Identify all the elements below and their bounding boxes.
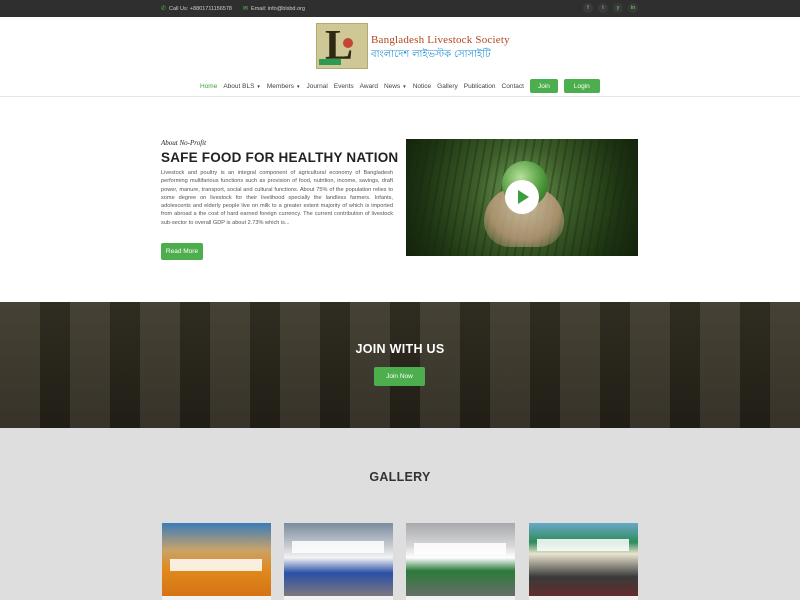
phone-icon: ✆ — [161, 6, 167, 12]
gallery-section — [0, 428, 800, 600]
join-title: JOIN WITH US — [355, 342, 445, 356]
logo-name-bangla[interactable]: বাংলাদেশ লাইভস্টক সোসাইটি — [371, 47, 491, 64]
envelope-icon: ✉ — [243, 6, 249, 12]
gallery-caption — [406, 596, 515, 600]
linkedin-icon[interactable]: in — [628, 3, 638, 13]
phone-contact[interactable]: ✆ Call Us: +8801711156578 — [161, 0, 232, 17]
video-thumbnail[interactable] — [406, 139, 638, 256]
gallery-banner — [292, 541, 384, 553]
site-header: L Bangladesh Livestock Society বাংলাদেশ … — [0, 17, 800, 97]
caret-down-icon: ▼ — [256, 83, 261, 89]
nav-about-bls[interactable]: About BLS ▼ — [223, 83, 261, 90]
gallery-banner — [170, 559, 262, 571]
gallery-banner — [537, 539, 629, 551]
join-button[interactable]: Join — [529, 79, 558, 93]
nav-events[interactable]: Events — [334, 83, 354, 90]
about-text: Livestock and poultry is an integral com… — [161, 170, 393, 226]
facebook-icon[interactable]: f — [583, 3, 593, 13]
nav-notice[interactable]: Notice — [413, 83, 431, 90]
gallery-banner — [414, 543, 506, 555]
logo-emblem[interactable]: L — [316, 23, 368, 69]
nav-news[interactable]: News ▼ — [384, 83, 407, 90]
logo-name-english[interactable]: Bangladesh Livestock Society — [371, 34, 510, 46]
email-contact[interactable]: ✉ Email: info@blsbd.org — [243, 0, 305, 17]
join-banner — [0, 302, 800, 428]
nav-journal[interactable]: Journal — [306, 83, 327, 90]
gallery-caption — [162, 596, 271, 600]
twitter-icon[interactable]: t — [598, 3, 608, 13]
main-nav: Home About BLS ▼ Members ▼ Journal Events … — [200, 79, 600, 93]
nav-gallery[interactable]: Gallery — [437, 83, 458, 90]
youtube-icon[interactable]: y — [613, 3, 623, 13]
gallery-title: GALLERY — [369, 470, 431, 484]
play-button[interactable] — [505, 180, 539, 214]
nav-publication[interactable]: Publication — [464, 83, 496, 90]
about-title: SAFE FOOD FOR HEALTHY NATION — [161, 150, 399, 165]
phone-text: Call Us: +8801711156578 — [169, 5, 232, 12]
logo-sun-icon — [343, 38, 353, 48]
gallery-item[interactable] — [406, 523, 515, 600]
caret-down-icon: ▼ — [402, 83, 407, 89]
join-now-button[interactable]: Join Now — [374, 367, 425, 386]
login-button[interactable]: Login — [563, 79, 600, 93]
read-more-button[interactable]: Read More — [161, 243, 203, 260]
caret-down-icon: ▼ — [295, 83, 301, 89]
nav-members[interactable]: Members ▼ — [267, 83, 301, 90]
nav-news-label: News — [383, 82, 401, 90]
nav-home[interactable]: Home — [200, 83, 217, 90]
gallery-item[interactable] — [529, 523, 638, 600]
nav-about-bls-label: About BLS — [223, 82, 255, 90]
social-links: f t y in — [583, 3, 638, 13]
gallery-caption — [284, 596, 393, 600]
logo-stripe — [319, 59, 341, 65]
email-text: Email: info@blsbd.org — [251, 5, 305, 12]
nav-members-label: Members — [266, 82, 294, 90]
about-label: About No-Profit — [161, 139, 207, 147]
gallery-caption — [529, 596, 638, 600]
nav-contact[interactable]: Contact — [502, 83, 524, 90]
gallery-item[interactable] — [284, 523, 393, 600]
play-icon — [518, 190, 529, 204]
join-overlay — [0, 302, 800, 428]
nav-award[interactable]: Award — [360, 83, 378, 90]
gallery-item[interactable] — [162, 523, 271, 600]
top-bar: ✆ Call Us: +8801711156578 ✉ Email: info@… — [0, 0, 800, 17]
